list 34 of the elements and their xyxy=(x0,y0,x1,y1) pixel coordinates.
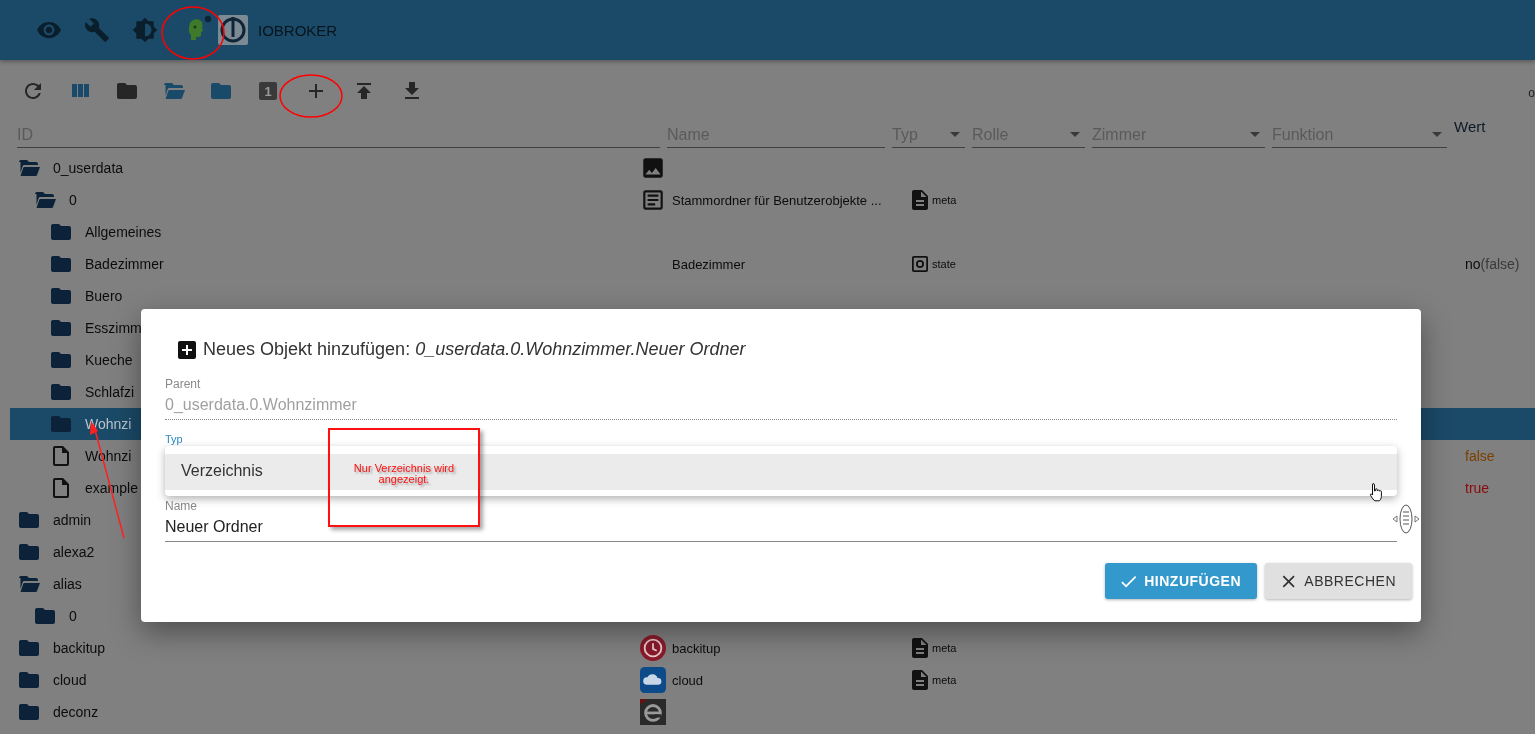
raw-value: (false) xyxy=(1480,256,1520,272)
tree-label: Schlafzi xyxy=(85,384,135,400)
field-label: Typ xyxy=(165,433,184,445)
tree-label: Kueche xyxy=(85,352,133,368)
tree-label: alexa2 xyxy=(53,544,95,560)
object-name: Badezimmer xyxy=(672,257,745,272)
object-value: no xyxy=(1465,256,1481,272)
tree-label: alias xyxy=(53,576,82,592)
object-type: meta xyxy=(932,642,957,654)
object-name: Stammordner für Benutzerobjekte ... xyxy=(672,193,882,208)
tree-label: cloud xyxy=(53,672,87,688)
object-type: meta xyxy=(932,674,957,686)
object-value: false xyxy=(1465,448,1495,464)
tree-label: Buero xyxy=(85,288,123,304)
tree-label: Wohnzi xyxy=(85,416,132,432)
column-heading: Wert xyxy=(1454,118,1486,135)
annotation-note: Nur Verzeichnis wird angezeigt. xyxy=(352,463,456,487)
object-type: meta xyxy=(932,194,957,206)
tree-label: 0 xyxy=(69,192,77,208)
object-name: cloud xyxy=(672,673,704,688)
object-name: backitup xyxy=(672,641,721,656)
object-value: true xyxy=(1465,480,1490,496)
tree-label: Badezimmer xyxy=(85,256,164,272)
tree-label: Esszimm xyxy=(85,320,142,336)
tree-label: admin xyxy=(53,512,92,528)
cut-text: o xyxy=(1528,86,1535,100)
dialog-title: Neues Objekt hinzufügen: 0_userdata.0.Wohnzimmer.Neuer Ordner xyxy=(203,339,746,360)
tree-label: backitup xyxy=(53,640,106,656)
brand-name: IOBROKER xyxy=(258,21,338,39)
tree-label: deconz xyxy=(53,704,99,720)
tree-label: 0_userdata xyxy=(53,160,124,176)
object-type: state xyxy=(932,258,956,270)
tree-label: Allgemeines xyxy=(85,224,162,240)
tree-label: 0 xyxy=(69,608,77,624)
